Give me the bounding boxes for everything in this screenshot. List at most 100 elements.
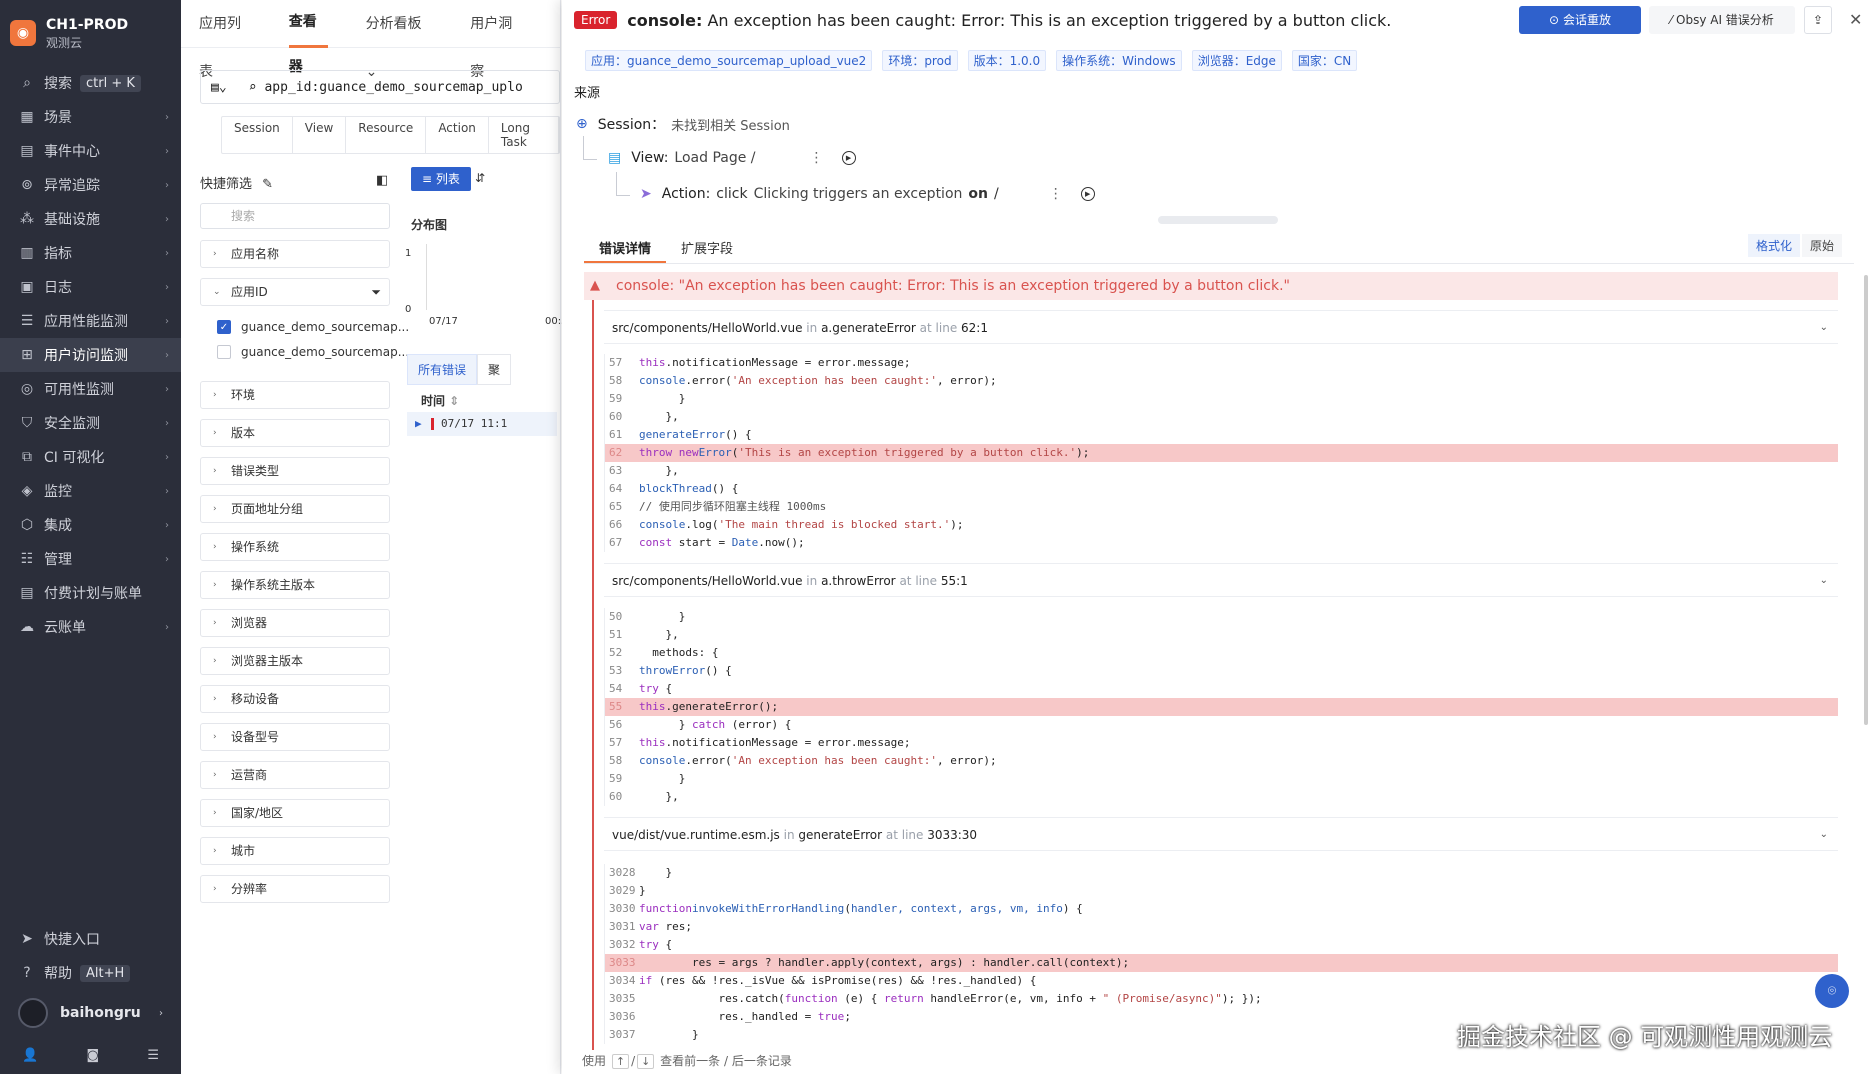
- format-button[interactable]: 格式化: [1748, 234, 1801, 257]
- raw-button[interactable]: 原始: [1802, 234, 1843, 257]
- tab-long-task[interactable]: Long Task: [489, 117, 559, 153]
- checkbox-checked[interactable]: ✓: [217, 320, 231, 334]
- filter-search-input[interactable]: 搜索: [200, 203, 390, 229]
- filter-label: 错误类型: [231, 464, 280, 478]
- tab-aggregate[interactable]: 聚: [477, 354, 512, 385]
- ci-icon: ⧉: [22, 449, 32, 465]
- tab-view[interactable]: View: [293, 117, 347, 153]
- quick-entry[interactable]: ➤ 快捷入口: [0, 922, 181, 956]
- share-icon[interactable]: ⇪: [1804, 6, 1832, 34]
- filter-item[interactable]: › 移动设备: [200, 685, 390, 713]
- sidebar-item-billing[interactable]: ▤ 付费计划与账单: [0, 576, 181, 610]
- sidebar-search[interactable]: ⌕ 搜索 ctrl + K: [0, 66, 181, 100]
- filter-item[interactable]: › 操作系统: [200, 533, 390, 561]
- sidebar-item-apm[interactable]: ☰ 应用性能监测 ›: [0, 304, 181, 338]
- sidebar-item-infra[interactable]: ⁂ 基础设施 ›: [0, 202, 181, 236]
- sidebar-item-synthetic[interactable]: ◎ 可用性监测 ›: [0, 372, 181, 406]
- sidebar-item-cloud-bill[interactable]: ☁ 云账单 ›: [0, 610, 181, 644]
- filter-item[interactable]: › 国家/地区: [200, 799, 390, 827]
- filter-item[interactable]: › 城市: [200, 837, 390, 865]
- filter-item[interactable]: › 环境: [200, 381, 390, 409]
- brand-logo-icon: ◉: [10, 20, 36, 46]
- user-icon[interactable]: 👤: [22, 1048, 38, 1063]
- scrollbar[interactable]: [1864, 275, 1868, 725]
- filter-item[interactable]: › 页面地址分组: [200, 495, 390, 523]
- chevron-right-icon: ›: [165, 383, 169, 395]
- filter-option[interactable]: guance_demo_sourcemap...: [217, 345, 409, 359]
- tag-browser[interactable]: 浏览器：Edge: [1191, 50, 1282, 71]
- chevron-right-icon: ›: [165, 247, 169, 259]
- filter-item[interactable]: › 版本: [200, 419, 390, 447]
- tab-explorer[interactable]: 查看器: [288, 0, 328, 75]
- filter-item[interactable]: › 浏览器主版本: [200, 647, 390, 675]
- query-input[interactable]: ▤⌄ ⌕ app_id:guance_demo_sourcemap_uplo: [200, 70, 560, 104]
- stack-frame-header[interactable]: src/components/HelloWorld.vue in a.throw…: [604, 563, 1838, 597]
- tab-extended-fields[interactable]: 扩展字段: [666, 232, 748, 263]
- tab-analysis[interactable]: 分析看板 ⌄: [366, 0, 433, 80]
- session-replay-button[interactable]: ⊙ 会话重放: [1519, 6, 1641, 34]
- play-icon[interactable]: ▶: [415, 412, 422, 436]
- sort-icon[interactable]: ⇵: [475, 171, 485, 185]
- filter-item[interactable]: › 操作系统主版本: [200, 571, 390, 599]
- storage-icon[interactable]: ▤⌄: [211, 80, 227, 95]
- filter-clear-icon[interactable]: ⏷: [371, 279, 381, 305]
- sidebar-item-logs[interactable]: ▣ 日志 ›: [0, 270, 181, 304]
- list-view-button[interactable]: ≡ 列表: [411, 167, 471, 191]
- sidebar-item-scene[interactable]: ▦ 场景 ›: [0, 100, 181, 134]
- tab-session[interactable]: Session: [222, 117, 293, 153]
- table-row[interactable]: ▶ 07/17 11:1: [407, 412, 557, 436]
- tag-os[interactable]: 操作系统：Windows: [1056, 50, 1182, 71]
- action-value[interactable]: Clicking triggers an exception: [754, 186, 963, 202]
- sort-icon: ⇕: [449, 394, 460, 408]
- filter-item[interactable]: › 分辨率: [200, 875, 390, 903]
- tag-env[interactable]: 环境：prod: [882, 50, 958, 71]
- tag-app[interactable]: 应用：guance_demo_sourcemap_upload_vue2: [585, 50, 873, 71]
- stack-frame-header[interactable]: vue/dist/vue.runtime.esm.js in generateE…: [604, 817, 1838, 851]
- more-icon[interactable]: ⋮: [1049, 186, 1063, 202]
- resize-handle[interactable]: [1158, 216, 1278, 224]
- tab-app-list[interactable]: 应用列表: [199, 0, 251, 80]
- col-time[interactable]: 时间 ⇕: [421, 392, 459, 409]
- sidebar-item-rum[interactable]: ⊞ 用户访问监测 ›: [0, 338, 181, 372]
- chevron-down-icon: ⌄: [1819, 575, 1828, 586]
- help[interactable]: ? 帮助 Alt+H: [0, 956, 181, 990]
- sidebar-item-exception[interactable]: ⊚ 异常追踪 ›: [0, 168, 181, 202]
- tab-action[interactable]: Action: [426, 117, 489, 153]
- filter-option[interactable]: ✓ guance_demo_sourcemap...: [217, 320, 409, 334]
- view-value[interactable]: Load Page /: [674, 150, 755, 166]
- sidebar-item-metrics[interactable]: ▥ 指标 ›: [0, 236, 181, 270]
- filter-item[interactable]: › 设备型号: [200, 723, 390, 751]
- tab-all-errors[interactable]: 所有错误: [407, 354, 478, 385]
- edit-icon[interactable]: ✎: [262, 177, 273, 192]
- collapse-icon[interactable]: ◧: [376, 173, 388, 188]
- close-icon[interactable]: ✕: [1849, 10, 1862, 29]
- sidebar-item-monitor[interactable]: ◈ 监控 ›: [0, 474, 181, 508]
- tag-country[interactable]: 国家：CN: [1291, 50, 1358, 71]
- arrow-down-icon: ↓: [637, 1054, 655, 1069]
- ai-analysis-button[interactable]: ⁄ Obsy AI 错误分析: [1649, 6, 1795, 34]
- user-menu[interactable]: baihongru ›: [0, 990, 181, 1036]
- play-icon[interactable]: ▶: [1080, 187, 1095, 201]
- screenshot-fab-icon[interactable]: ⌾: [1815, 974, 1849, 1008]
- sidebar-item-security[interactable]: ⛉ 安全监测 ›: [0, 406, 181, 440]
- menu-icon[interactable]: ☰: [147, 1048, 159, 1063]
- sidebar-item-ci[interactable]: ⧉ CI 可视化 ›: [0, 440, 181, 474]
- tag-version[interactable]: 版本：1.0.0: [967, 50, 1047, 71]
- filter-item[interactable]: › 浏览器: [200, 609, 390, 637]
- tab-resource[interactable]: Resource: [346, 117, 427, 153]
- checkbox[interactable]: [217, 345, 231, 359]
- filter-app-name[interactable]: › 应用名称: [200, 240, 390, 268]
- filter-app-id[interactable]: ⌄ 应用ID ⏷: [200, 278, 390, 306]
- tab-error-details[interactable]: 错误详情: [584, 232, 667, 263]
- filter-item[interactable]: › 错误类型: [200, 457, 390, 485]
- sidebar-item-events[interactable]: ▤ 事件中心 ›: [0, 134, 181, 168]
- tab-insight[interactable]: 用户洞察: [470, 0, 522, 80]
- brand[interactable]: ◉ CH1-PROD 观测云: [0, 0, 181, 66]
- filter-item[interactable]: › 运营商: [200, 761, 390, 789]
- sidebar-item-integration[interactable]: ⬡ 集成 ›: [0, 508, 181, 542]
- stack-frame-header[interactable]: src/components/HelloWorld.vue in a.gener…: [604, 310, 1838, 344]
- bot-icon[interactable]: ◙: [86, 1048, 99, 1063]
- more-icon[interactable]: ⋮: [810, 150, 824, 166]
- sidebar-item-manage[interactable]: ☷ 管理 ›: [0, 542, 181, 576]
- play-icon[interactable]: ▶: [841, 151, 856, 165]
